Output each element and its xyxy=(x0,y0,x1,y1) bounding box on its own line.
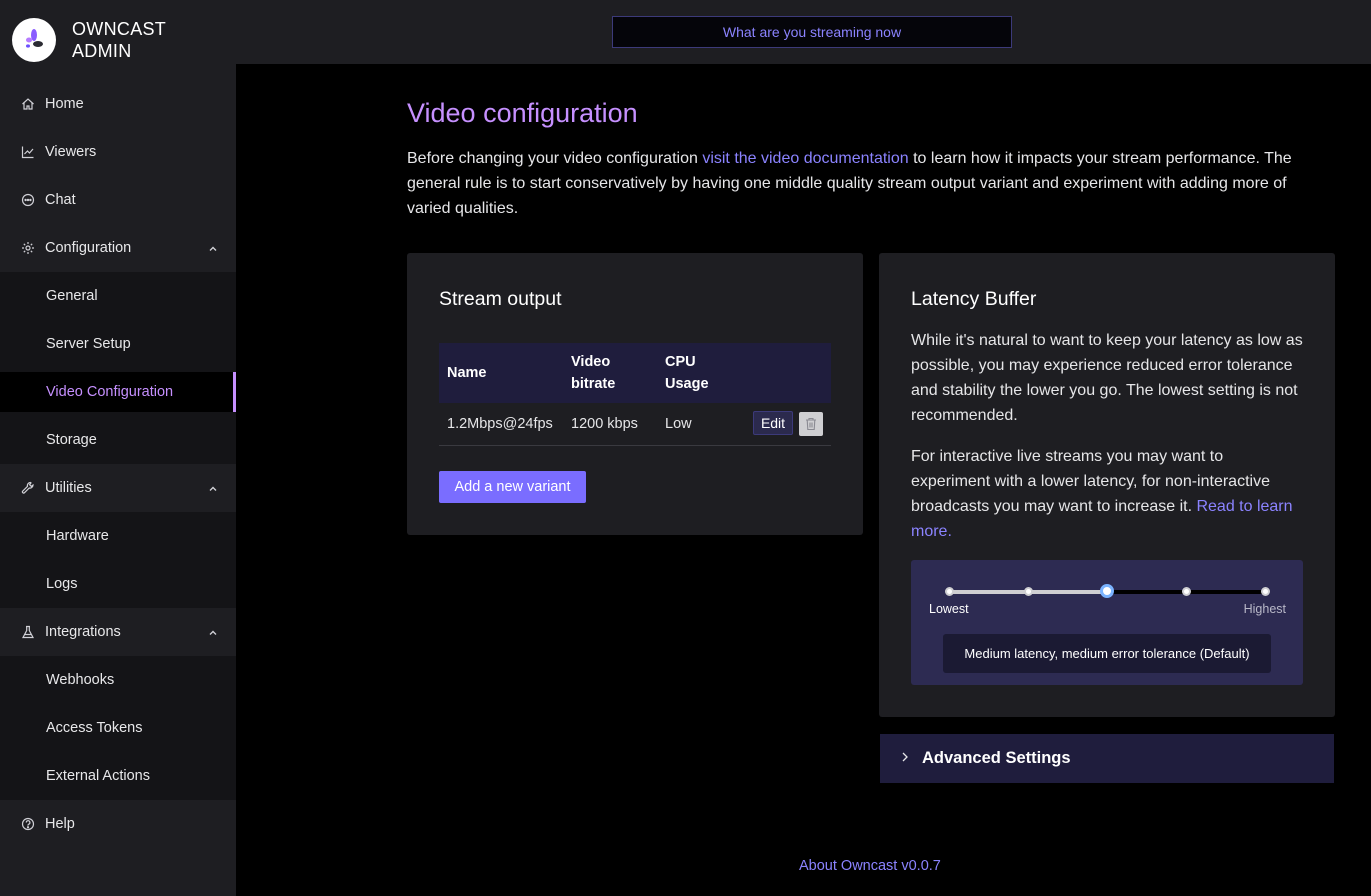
about-owncast-link[interactable]: About Owncast v0.0.7 xyxy=(799,858,941,874)
sidebar-item-help[interactable]: Help xyxy=(0,800,236,848)
line-chart-icon xyxy=(20,144,36,160)
brand-line-1: OWNCAST xyxy=(72,19,167,39)
latency-advice: For interactive live streams you may wan… xyxy=(911,444,1303,544)
sidebar-item-label: General xyxy=(46,288,98,304)
sidebar-item-label: Server Setup xyxy=(46,336,131,352)
sidebar-item-logs[interactable]: Logs xyxy=(0,560,236,608)
column-header-name: Name xyxy=(439,343,563,403)
brand-title: OWNCAST ADMIN xyxy=(72,18,166,62)
column-header-bitrate-line1: Video xyxy=(571,354,611,370)
sidebar-item-external-actions[interactable]: External Actions xyxy=(0,752,236,800)
sidebar-group-integrations[interactable]: Integrations xyxy=(0,608,236,656)
utilities-submenu: Hardware Logs xyxy=(0,512,236,608)
sidebar-item-webhooks[interactable]: Webhooks xyxy=(0,656,236,704)
sidebar-item-video-configuration[interactable]: Video Configuration xyxy=(0,372,236,412)
sidebar-group-configuration[interactable]: Configuration xyxy=(0,224,236,272)
intro-text-before: Before changing your video configuration xyxy=(407,150,703,167)
advanced-settings-collapse[interactable]: Advanced Settings xyxy=(880,734,1334,783)
slider-min-label: Lowest xyxy=(929,602,969,616)
sidebar-item-label: Hardware xyxy=(46,528,109,544)
variant-actions: Edit xyxy=(737,403,831,446)
slider-step-dot[interactable] xyxy=(1260,587,1270,596)
variants-table: Name Video bitrate CPU Usage 1.2Mbps@24fps… xyxy=(439,343,831,446)
configuration-submenu: General Server Setup Video Configuration… xyxy=(0,272,236,464)
sidebar-item-storage[interactable]: Storage xyxy=(0,416,236,464)
sidebar-group-utilities[interactable]: Utilities xyxy=(0,464,236,512)
intro-text: Before changing your video configuration… xyxy=(407,146,1317,221)
slider-max-label: Highest xyxy=(1243,602,1286,616)
latency-buffer-title: Latency Buffer xyxy=(911,288,1037,310)
sidebar-item-label: Home xyxy=(45,96,84,112)
column-header-cpu-line2: Usage xyxy=(665,376,709,392)
latency-description: While it's natural to want to keep your … xyxy=(911,332,1303,424)
delete-variant-button[interactable] xyxy=(799,412,823,437)
sidebar-item-label: Storage xyxy=(46,432,97,448)
sidebar-item-server-setup[interactable]: Server Setup xyxy=(0,320,236,368)
sidebar-item-label: Chat xyxy=(45,192,76,208)
sidebar-group-label: Configuration xyxy=(45,240,132,256)
column-header-actions xyxy=(737,343,831,403)
table-header-row: Name Video bitrate CPU Usage xyxy=(439,343,831,403)
sidebar-item-label: Video Configuration xyxy=(46,384,174,400)
sidebar: OWNCAST ADMIN Home Viewers Chat Configur… xyxy=(0,0,236,896)
latency-slider-panel: Lowest Highest Medium latency, medium er… xyxy=(911,560,1303,685)
slider-step-dot[interactable] xyxy=(1023,587,1033,596)
sidebar-item-label: Viewers xyxy=(45,144,97,160)
trash-icon xyxy=(806,418,816,431)
sidebar-item-hardware[interactable]: Hardware xyxy=(0,512,236,560)
sidebar-item-home[interactable]: Home xyxy=(0,80,236,128)
sidebar-menu: Home Viewers Chat Configuration General xyxy=(0,80,236,848)
stream-title-input[interactable]: What are you streaming now xyxy=(612,16,1012,48)
advanced-settings-label: Advanced Settings xyxy=(922,749,1071,767)
sidebar-item-viewers[interactable]: Viewers xyxy=(0,128,236,176)
active-item-wrapper: Video Configuration xyxy=(0,368,236,416)
owncast-logo xyxy=(12,18,56,62)
sidebar-item-label: Logs xyxy=(46,576,78,592)
brand-line-2: ADMIN xyxy=(72,41,132,61)
chevron-up-icon xyxy=(208,482,218,498)
edit-variant-button[interactable]: Edit xyxy=(753,411,793,436)
main-content: Video configuration Before changing your… xyxy=(407,64,1335,783)
sidebar-item-label: Help xyxy=(45,816,75,832)
variant-name: 1.2Mbps@24fps xyxy=(439,403,563,446)
chevron-right-icon xyxy=(900,750,910,768)
column-header-bitrate: Video bitrate xyxy=(563,343,657,403)
stream-output-card: Stream output Name Video bitrate CPU Usage… xyxy=(407,253,863,535)
brand[interactable]: OWNCAST ADMIN xyxy=(0,0,236,80)
video-docs-link[interactable]: visit the video documentation xyxy=(702,150,908,167)
slider-handle[interactable] xyxy=(1100,584,1114,598)
variant-bitrate: 1200 kbps xyxy=(563,403,657,446)
wrench-icon xyxy=(20,480,36,496)
chat-bubble-icon xyxy=(20,192,36,208)
integrations-submenu: Webhooks Access Tokens External Actions xyxy=(0,656,236,800)
add-variant-button[interactable]: Add a new variant xyxy=(439,470,586,503)
flask-icon xyxy=(20,624,36,640)
column-header-cpu: CPU Usage xyxy=(657,343,737,403)
help-circle-icon xyxy=(20,816,36,832)
latency-buffer-card: Latency Buffer While it's natural to wan… xyxy=(879,253,1335,717)
page-title: Video configuration xyxy=(407,98,638,128)
sidebar-group-label: Integrations xyxy=(45,624,121,640)
sidebar-group-label: Utilities xyxy=(45,480,92,496)
top-header: What are you streaming now xyxy=(236,0,1371,64)
stream-output-title: Stream output xyxy=(439,288,562,310)
sidebar-item-general[interactable]: General xyxy=(0,272,236,320)
variant-cpu: Low xyxy=(657,403,737,446)
sidebar-item-chat[interactable]: Chat xyxy=(0,176,236,224)
sidebar-item-label: External Actions xyxy=(46,768,150,784)
home-icon xyxy=(20,96,36,112)
chevron-up-icon xyxy=(208,626,218,642)
slider-step-dot[interactable] xyxy=(944,587,954,596)
chevron-up-icon xyxy=(208,242,218,258)
sidebar-item-label: Webhooks xyxy=(46,672,115,688)
sidebar-item-access-tokens[interactable]: Access Tokens xyxy=(0,704,236,752)
slider-step-dot[interactable] xyxy=(1181,587,1191,596)
column-header-cpu-line1: CPU xyxy=(665,354,696,370)
sidebar-item-label: Access Tokens xyxy=(46,720,143,736)
gear-icon xyxy=(20,240,36,256)
table-row: 1.2Mbps@24fps 1200 kbps Low Edit xyxy=(439,403,831,446)
slider-tooltip: Medium latency, medium error tolerance (… xyxy=(943,634,1271,673)
column-header-bitrate-line2: bitrate xyxy=(571,376,616,392)
